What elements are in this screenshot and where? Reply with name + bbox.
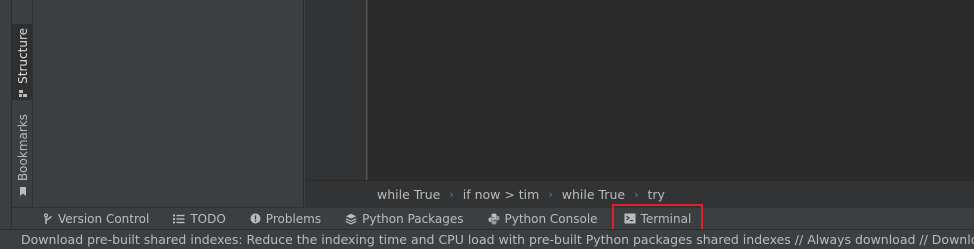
structure-tab[interactable]: Structure [12, 24, 33, 100]
problems-label: Problems [265, 211, 322, 226]
ide-window: Structure Bookmarks while True › if now … [0, 0, 974, 249]
editor-gutter [305, 0, 367, 180]
breadcrumb-separator: › [449, 187, 454, 201]
todo-label: TODO [190, 211, 226, 226]
python-icon [488, 213, 500, 224]
breadcrumb-item[interactable]: while True [377, 187, 440, 202]
structure-icon [18, 89, 28, 99]
bookmarks-tab-label: Bookmarks [15, 114, 30, 182]
breadcrumb-item[interactable]: if now > tim [463, 187, 540, 202]
bookmark-icon [18, 186, 28, 197]
breadcrumb-separator: › [548, 187, 553, 201]
problems-button[interactable]: Problems [244, 209, 327, 229]
terminal-label: Terminal [640, 211, 692, 226]
left-edge-strip [0, 0, 12, 228]
todo-list-icon [173, 214, 185, 223]
breadcrumb-separator: › [634, 187, 639, 201]
status-message[interactable]: Download pre-built shared indexes: Reduc… [21, 232, 974, 247]
breadcrumb-item[interactable]: while True [562, 187, 625, 202]
status-bar: Download pre-built shared indexes: Reduc… [0, 229, 974, 249]
python-console-label: Python Console [504, 211, 598, 226]
structure-panel [33, 0, 304, 207]
version-control-button[interactable]: Version Control [37, 209, 155, 229]
version-control-label: Version Control [58, 211, 150, 226]
branch-icon [43, 212, 52, 224]
breadcrumb-item[interactable]: try [647, 187, 664, 202]
breadcrumb: while True › if now > tim › while True ›… [305, 180, 974, 207]
python-packages-button[interactable]: Python Packages [339, 209, 469, 229]
code-editor[interactable] [368, 0, 974, 180]
packages-layers-icon [345, 213, 357, 224]
bookmarks-tab[interactable]: Bookmarks [12, 110, 33, 198]
left-tool-strip: Structure Bookmarks [12, 0, 33, 207]
terminal-icon [624, 213, 636, 224]
todo-button[interactable]: TODO [167, 209, 231, 229]
terminal-button[interactable]: Terminal [611, 203, 704, 234]
tool-window-bar: Version Control TODO Problems Python Pac… [12, 203, 974, 234]
python-packages-label: Python Packages [362, 211, 464, 226]
structure-tab-label: Structure [15, 28, 30, 84]
problems-icon [250, 213, 261, 224]
python-console-button[interactable]: Python Console [482, 209, 604, 229]
